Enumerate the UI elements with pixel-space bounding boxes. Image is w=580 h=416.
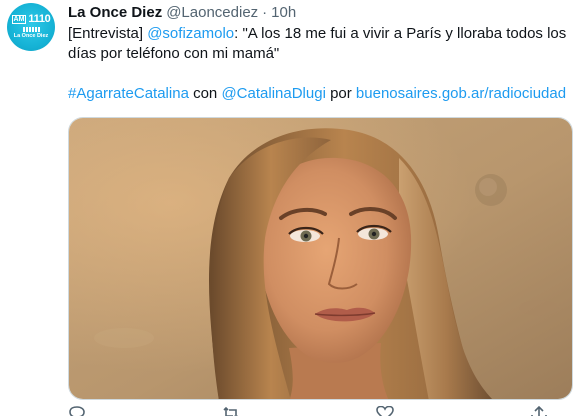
tweet-actions <box>68 406 548 416</box>
tweet-paragraph-2: #AgarrateCatalina con @CatalinaDlugi por… <box>68 84 568 104</box>
share-icon[interactable] <box>530 406 548 416</box>
tweet-text: [Entrevista] @sofizamolo: "A los 18 me f… <box>68 24 568 104</box>
avatar-station-name: La Once Diez <box>13 33 49 40</box>
text-con: con <box>188 85 222 102</box>
user-handle[interactable]: @Laoncediez <box>166 4 258 21</box>
portrait-photo <box>69 118 572 399</box>
avatar-frequency-number: 1110 <box>28 13 51 26</box>
retweet-icon[interactable] <box>222 406 240 416</box>
tweet[interactable]: AM 1110 La Once Diez La Once Diez @Laonc… <box>0 0 580 416</box>
mention-link[interactable]: @CatalinaDlugi <box>221 85 325 102</box>
avatar-frequency: AM 1110 <box>11 13 51 26</box>
text-prefix: [Entrevista] <box>68 25 148 42</box>
reply-icon[interactable] <box>68 406 86 416</box>
url-link[interactable]: buenosaires.gob.ar/radiociudad <box>356 85 566 102</box>
like-icon[interactable] <box>376 406 394 416</box>
text-por: por <box>325 85 356 102</box>
hashtag-link[interactable]: #AgarrateCatalina <box>68 85 189 102</box>
tweet-media-photo[interactable] <box>68 117 573 400</box>
radio-waves-icon <box>22 27 40 33</box>
tweet-paragraph-1: [Entrevista] @sofizamolo: "A los 18 me f… <box>68 24 568 64</box>
display-name[interactable]: La Once Diez <box>68 4 162 21</box>
avatar[interactable]: AM 1110 La Once Diez <box>7 3 55 51</box>
mention-link[interactable]: @sofizamolo <box>147 25 234 42</box>
separator-dot: · <box>262 3 268 21</box>
tweet-header: La Once Diez @Laoncediez · 10h <box>68 3 296 21</box>
tweet-time[interactable]: 10h <box>271 4 296 21</box>
avatar-am-label: AM <box>11 15 27 25</box>
